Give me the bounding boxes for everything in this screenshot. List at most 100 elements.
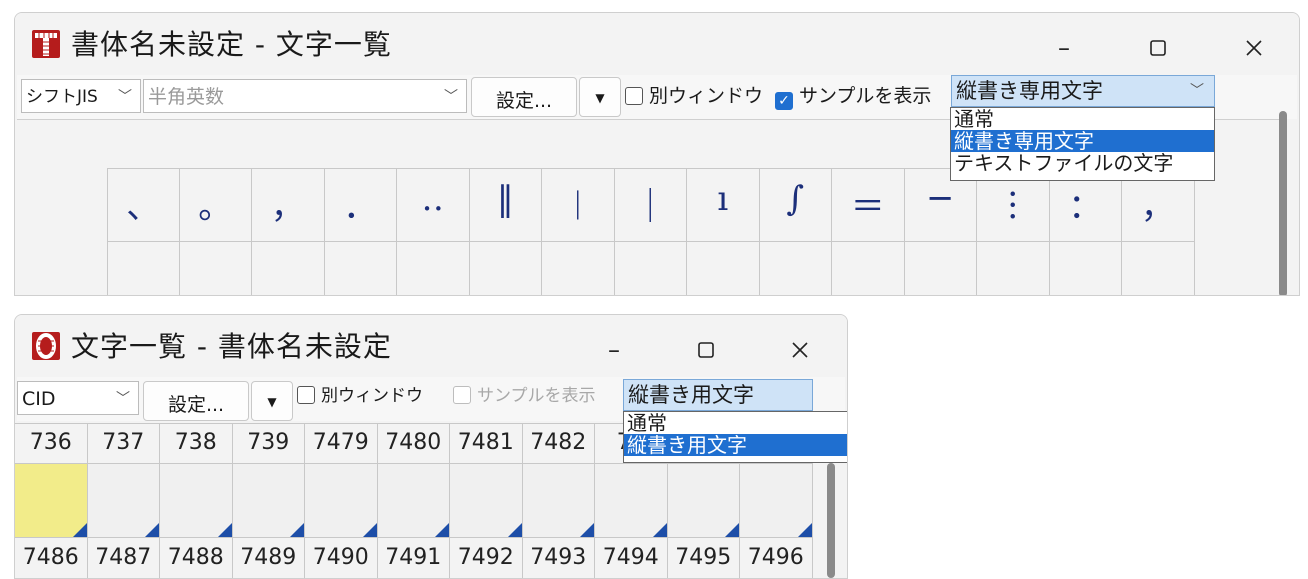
glyph-cell[interactable] [832, 242, 905, 295]
cid-glyph-cell-selected[interactable] [15, 464, 88, 538]
cid-glyph-cell[interactable] [377, 464, 450, 538]
settings-button[interactable]: 設定... [471, 77, 577, 117]
cid-number-cell[interactable]: 7488 [160, 538, 233, 578]
glyph-cell[interactable]: ｜ [614, 168, 687, 242]
glyph-cell[interactable] [252, 242, 325, 295]
minimize-button[interactable]: – [1049, 33, 1079, 63]
mode-dropdown-list[interactable]: 通常 縦書き専用文字 テキストファイルの文字 [950, 107, 1215, 181]
cid-number-cell[interactable]: 7494 [595, 538, 668, 578]
cid-number: 7488 [167, 545, 224, 570]
mode-select[interactable]: 縦書き専用文字 ﹀ [951, 75, 1215, 107]
cid-glyph-cell[interactable] [667, 464, 740, 538]
glyph-cell[interactable]: ∫ [759, 168, 832, 242]
mode-option[interactable]: 通常 [951, 108, 1214, 130]
cid-number-cell[interactable]: 7481 [450, 424, 523, 464]
separate-window-checkbox[interactable]: 別ウィンドウ [297, 381, 423, 411]
mode-option[interactable]: テキストファイルの文字 [951, 152, 1214, 174]
glyph-cell[interactable]: ＝ [832, 168, 905, 242]
separate-window-checkbox[interactable]: 別ウィンドウ [625, 81, 763, 111]
cid-number-cell[interactable]: 739 [232, 424, 305, 464]
corner-marker-icon [507, 523, 522, 537]
maximize-button[interactable] [691, 335, 721, 365]
cid-number-cell[interactable]: 7482 [522, 424, 595, 464]
mode-option-highlighted[interactable]: 縦書き用文字 [624, 434, 847, 456]
cid-number-cell[interactable]: 737 [87, 424, 160, 464]
glyph-cell[interactable]: ． [324, 168, 397, 242]
mode-option-highlighted[interactable]: 縦書き専用文字 [951, 130, 1214, 152]
glyph-cell[interactable]: ‥ [397, 168, 470, 242]
vertical-scrollbar[interactable] [827, 463, 835, 578]
cid-number: 7480 [385, 430, 442, 455]
cid-number-cell[interactable]: 738 [160, 424, 233, 464]
glyph-cell[interactable] [977, 242, 1050, 295]
cid-glyph-cell[interactable] [160, 464, 233, 538]
glyph-cell[interactable] [687, 242, 760, 295]
corner-marker-icon [652, 523, 667, 537]
glyph-cell[interactable] [1050, 242, 1122, 295]
cid-number-cell[interactable]: 7487 [87, 538, 160, 578]
encoding-select[interactable]: シフトJIS ﹀ [21, 79, 141, 113]
glyph-sample: ＝ [850, 187, 885, 227]
cid-number-cell[interactable]: 7480 [377, 424, 450, 464]
close-button[interactable] [785, 335, 815, 365]
cid-number: 7489 [240, 545, 297, 570]
cid-number-cell[interactable]: 7479 [305, 424, 378, 464]
cid-number-cell[interactable]: 7496 [740, 538, 813, 578]
cid-number-cell[interactable]: 7489 [232, 538, 305, 578]
glyph-cell[interactable] [760, 242, 832, 295]
title-bar: 書体名未設定 - 文字一覧 – [15, 13, 1299, 75]
glyph-cell[interactable] [470, 242, 542, 295]
glyph-cell[interactable] [107, 242, 180, 295]
chevron-down-icon: ﹀ [444, 89, 458, 105]
glyph-cell[interactable] [180, 242, 252, 295]
show-sample-checkbox[interactable]: ✓ サンプルを表示 [775, 81, 931, 111]
glyph-cell[interactable] [905, 242, 977, 295]
mode-dropdown-list[interactable]: 通常 縦書き用文字 [623, 411, 847, 463]
cid-number-cell[interactable]: 7495 [667, 538, 740, 578]
maximize-button[interactable] [1143, 33, 1173, 63]
glyph-cell[interactable] [325, 242, 397, 295]
settings-dropdown-button[interactable]: ▼ [579, 77, 621, 117]
glyph-cell[interactable]: 、 [107, 168, 180, 242]
cid-number: 7496 [747, 545, 804, 570]
settings-button[interactable]: 設定... [143, 381, 249, 421]
cid-glyph-cell[interactable] [232, 464, 305, 538]
cid-number-cell[interactable]: 7491 [377, 538, 450, 578]
glyph-cell[interactable] [397, 242, 470, 295]
triangle-down-icon: ▼ [267, 395, 277, 409]
mode-value: 縦書き専用文字 [956, 79, 1103, 103]
cid-glyph-cell[interactable] [740, 464, 813, 538]
close-icon [1246, 40, 1262, 56]
glyph-cell[interactable] [1122, 242, 1195, 295]
title-bar: 文字一覧 - 書体名未設定 – [15, 315, 847, 377]
glyph-cell[interactable]: ， [252, 168, 325, 242]
glyph-cell[interactable]: ı [687, 168, 760, 242]
glyph-sample: ︱ [560, 187, 595, 227]
glyph-cell[interactable]: 。 [179, 168, 252, 242]
glyph-sample: ‖ [496, 179, 514, 219]
encoding-select[interactable]: CID ﹀ [17, 381, 139, 415]
cid-number-cell[interactable]: 7486 [15, 538, 88, 578]
corner-marker-icon [725, 523, 739, 537]
cid-glyph-cell[interactable] [522, 464, 595, 538]
cid-glyph-cell[interactable] [305, 464, 378, 538]
glyph-cell[interactable]: ‖ [469, 168, 542, 242]
settings-dropdown-button[interactable]: ▼ [251, 381, 293, 421]
cid-number-cell[interactable]: 7490 [305, 538, 378, 578]
cid-number-cell[interactable]: 736 [15, 424, 88, 464]
cid-number-cell[interactable]: 7492 [450, 538, 523, 578]
vertical-scrollbar[interactable] [1279, 111, 1287, 295]
glyph-cell[interactable]: ︱ [542, 168, 615, 242]
mode-select[interactable]: 縦書き用文字 [623, 379, 813, 411]
close-button[interactable] [1239, 33, 1269, 63]
cid-number-cell[interactable]: 7493 [522, 538, 595, 578]
cid-glyph-cell[interactable] [595, 464, 668, 538]
cid-glyph-cell[interactable] [450, 464, 523, 538]
window-title: 書体名未設定 - 文字一覧 [71, 28, 392, 61]
minimize-button[interactable]: – [599, 335, 629, 365]
mode-option[interactable]: 通常 [624, 412, 847, 434]
corner-marker-icon [580, 523, 594, 537]
glyph-cell[interactable] [615, 242, 687, 295]
glyph-cell[interactable] [542, 242, 615, 295]
cid-glyph-cell[interactable] [87, 464, 160, 538]
